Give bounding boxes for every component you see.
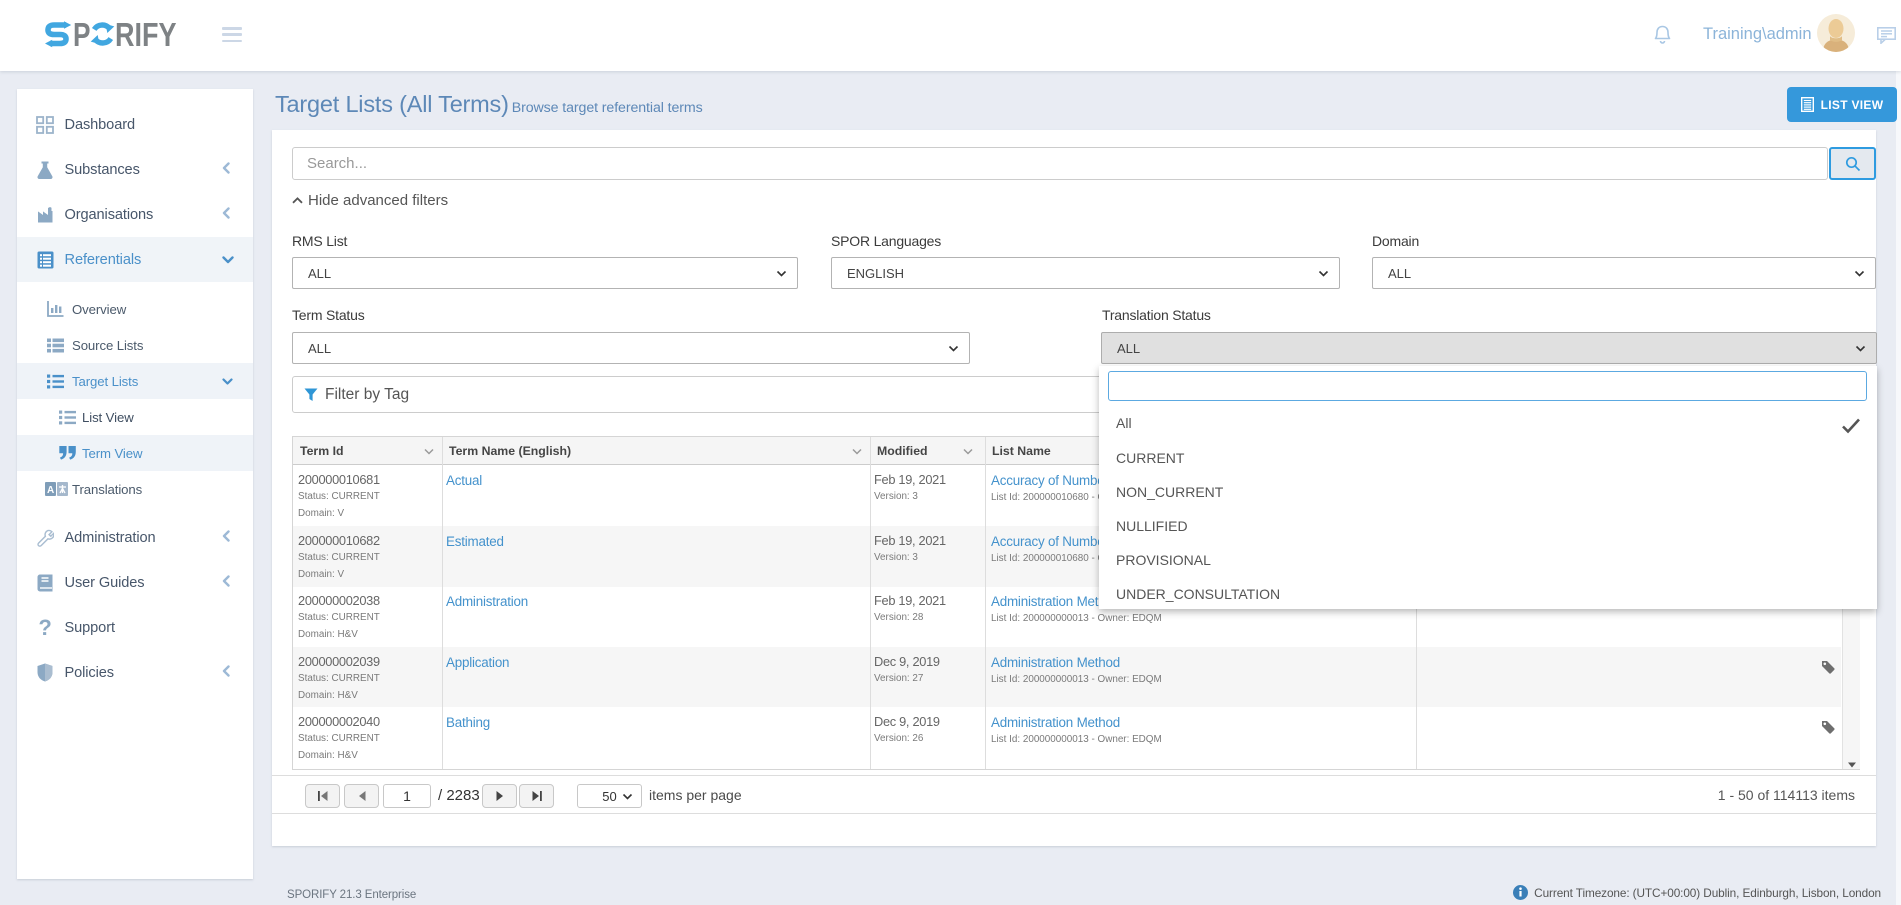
svg-text:RIFY: RIFY xyxy=(115,20,177,48)
svg-text:A: A xyxy=(47,485,54,496)
svg-text:P: P xyxy=(73,20,91,48)
